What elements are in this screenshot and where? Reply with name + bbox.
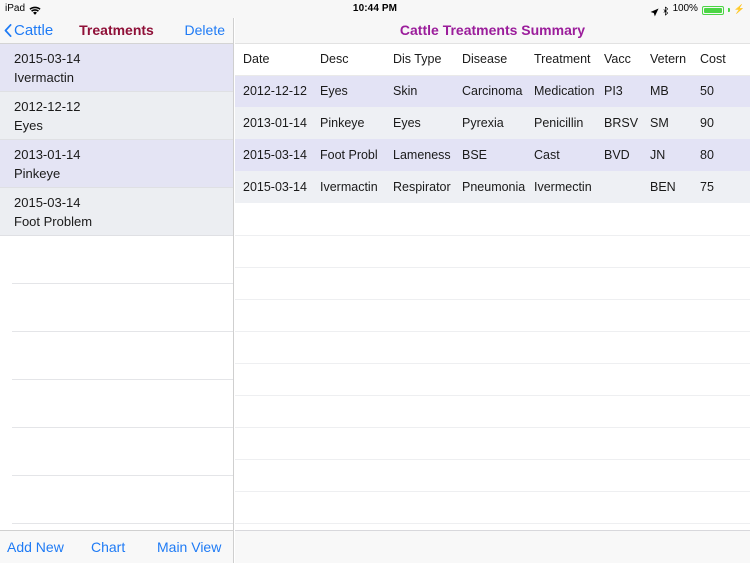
app-root: iPad 10:44 PM 100% ⚡ Cattle Treatments D… (0, 0, 750, 563)
table-row-empty (235, 267, 750, 300)
cell-cost: 75 (692, 171, 750, 203)
cell-vetern: BEN (642, 171, 692, 203)
delete-button[interactable]: Delete (185, 18, 225, 43)
table-row-empty (235, 235, 750, 268)
cell-dis-type: Eyes (385, 107, 454, 139)
table-row-empty (235, 331, 750, 364)
column-header-vetern: Vetern (642, 44, 692, 76)
detail-pane: Cattle Treatments Summary Date Desc Dis … (235, 18, 750, 563)
list-item[interactable]: 2015-03-14 Ivermactin (0, 44, 233, 92)
battery-percent: 100% (672, 3, 698, 14)
cell-dis-type: Skin (385, 75, 454, 107)
cell-date: 2013-01-14 (235, 107, 312, 139)
cell-vacc (596, 171, 642, 203)
summary-table-scroll[interactable]: Date Desc Dis Type Disease Treatment Vac… (235, 44, 750, 556)
summary-header: Cattle Treatments Summary (235, 18, 750, 44)
list-item[interactable]: 2012-12-12 Eyes (0, 92, 233, 140)
cell-desc: Ivermactin (312, 171, 385, 203)
cell-disease: Pneumonia (454, 171, 526, 203)
list-item-empty (12, 284, 233, 332)
column-header-cost: Cost (692, 44, 750, 76)
table-row-empty (235, 363, 750, 396)
cell-cost: 80 (692, 139, 750, 171)
cell-date: 2015-03-14 (235, 139, 312, 171)
battery-full-icon (701, 5, 724, 15)
list-item-empty (12, 332, 233, 380)
detail-footer (235, 530, 750, 563)
list-item-desc: Pinkeye (14, 166, 61, 181)
table-row-empty (235, 427, 750, 460)
column-header-treatment: Treatment (526, 44, 596, 76)
add-new-button[interactable]: Add New (7, 531, 64, 563)
table-row[interactable]: 2015-03-14 Foot Probl Lameness BSE Cast … (235, 139, 750, 171)
cell-disease: Carcinoma (454, 75, 526, 107)
table-row-empty (235, 459, 750, 492)
bottom-toolbar: Add New Chart Main View (0, 530, 233, 563)
list-item-desc: Foot Problem (14, 214, 93, 229)
table-row-empty (235, 491, 750, 524)
cell-vetern: MB (642, 75, 692, 107)
cell-vacc: BVD (596, 139, 642, 171)
list-item-date: 2015-03-14 (14, 51, 81, 66)
location-arrow-icon (650, 6, 659, 16)
cell-desc: Pinkeye (312, 107, 385, 139)
cell-dis-type: Respirator (385, 171, 454, 203)
main-view-button[interactable]: Main View (157, 531, 221, 563)
table-row[interactable]: 2013-01-14 Pinkeye Eyes Pyrexia Penicill… (235, 107, 750, 139)
list-item-empty (12, 236, 233, 284)
table-header-row: Date Desc Dis Type Disease Treatment Vac… (235, 44, 750, 76)
cell-desc: Eyes (312, 75, 385, 107)
summary-table: Date Desc Dis Type Disease Treatment Vac… (235, 44, 750, 524)
table-row-empty (235, 203, 750, 236)
table-row[interactable]: 2012-12-12 Eyes Skin Carcinoma Medicatio… (235, 75, 750, 107)
list-item-date: 2012-12-12 (14, 99, 81, 114)
list-item[interactable]: 2015-03-14 Foot Problem (0, 188, 233, 236)
battery-nub-icon (727, 8, 730, 12)
status-bar-time: 10:44 PM (352, 3, 398, 14)
cell-date: 2015-03-14 (235, 171, 312, 203)
list-item[interactable]: 2013-01-14 Pinkeye (0, 140, 233, 188)
table-row-empty (235, 299, 750, 332)
list-item-desc: Eyes (14, 118, 43, 133)
cell-disease: BSE (454, 139, 526, 171)
cell-treatment: Penicillin (526, 107, 596, 139)
column-header-vacc: Vacc (596, 44, 642, 76)
bluetooth-icon (663, 5, 669, 16)
chart-button[interactable]: Chart (91, 531, 125, 563)
cell-vetern: SM (642, 107, 692, 139)
cell-disease: Pyrexia (454, 107, 526, 139)
column-header-dis-type: Dis Type (385, 44, 454, 76)
cell-vacc: PI3 (596, 75, 642, 107)
cell-vetern: JN (642, 139, 692, 171)
cell-cost: 50 (692, 75, 750, 107)
status-bar-right: 100% ⚡ (650, 0, 745, 18)
list-item-empty (12, 380, 233, 428)
cell-desc: Foot Probl (312, 139, 385, 171)
list-item-empty (12, 476, 233, 524)
status-bar: iPad 10:44 PM 100% ⚡ (0, 0, 750, 18)
cell-date: 2012-12-12 (235, 75, 312, 107)
cell-dis-type: Lameness (385, 139, 454, 171)
cell-treatment: Ivermectin (526, 171, 596, 203)
list-item-empty (12, 428, 233, 476)
table-row-empty (235, 395, 750, 428)
list-item-desc: Ivermactin (14, 70, 74, 85)
column-header-disease: Disease (454, 44, 526, 76)
treatments-list[interactable]: 2015-03-14 Ivermactin 2012-12-12 Eyes 20… (0, 44, 233, 548)
navigation-bar: Cattle Treatments Delete (0, 18, 233, 44)
column-header-desc: Desc (312, 44, 385, 76)
master-pane: Cattle Treatments Delete 2015-03-14 Iver… (0, 18, 234, 563)
summary-title: Cattle Treatments Summary (399, 22, 586, 38)
cell-vacc: BRSV (596, 107, 642, 139)
cell-treatment: Cast (526, 139, 596, 171)
table-row[interactable]: 2015-03-14 Ivermactin Respirator Pneumon… (235, 171, 750, 203)
list-item-date: 2015-03-14 (14, 195, 81, 210)
list-item-date: 2013-01-14 (14, 147, 81, 162)
column-header-date: Date (235, 44, 312, 76)
cell-cost: 90 (692, 107, 750, 139)
lightning-bolt-icon: ⚡ (733, 4, 745, 14)
cell-treatment: Medication (526, 75, 596, 107)
